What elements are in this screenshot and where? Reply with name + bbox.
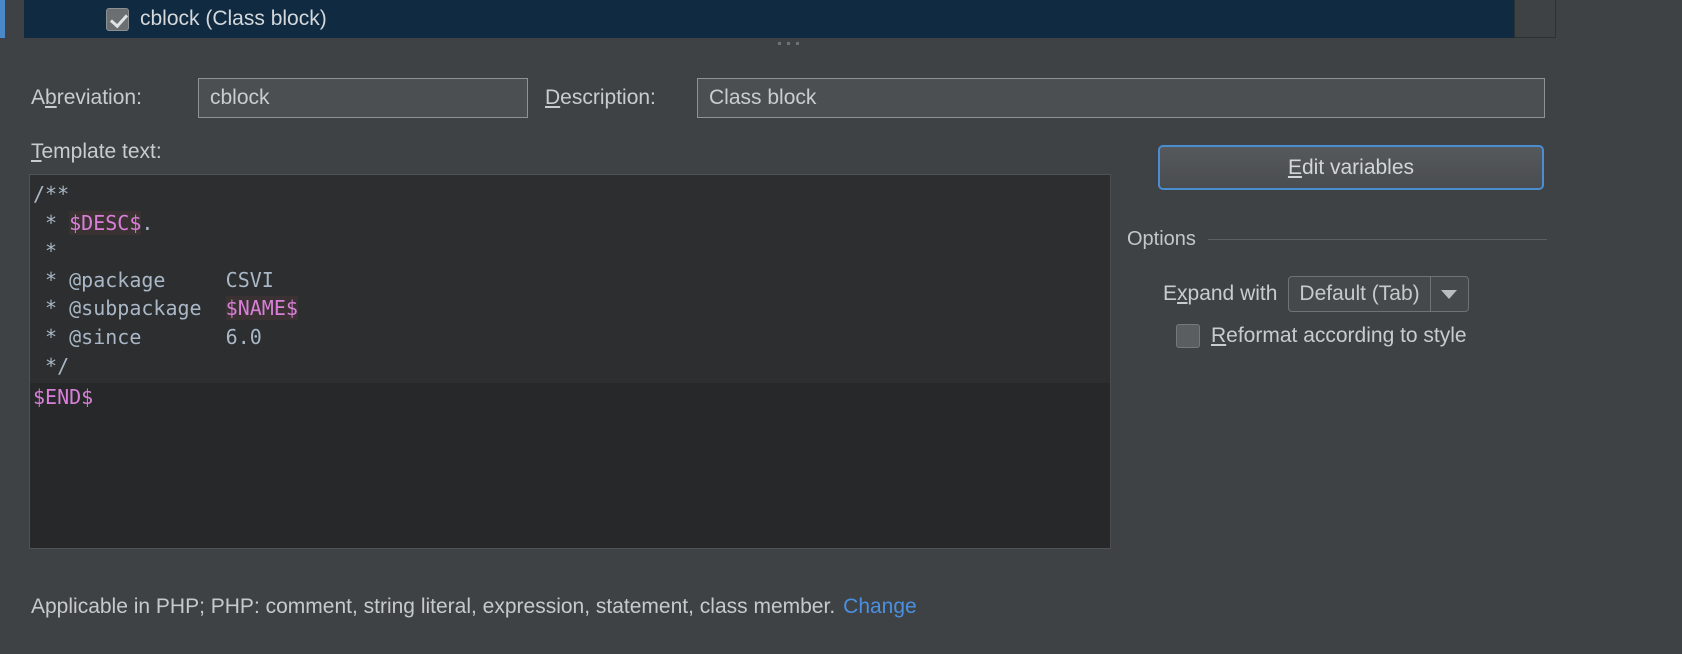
live-template-editor-panel: cblock (Class block) Abreviation: cblock… (0, 0, 1682, 654)
template-comment-block: /** * $DESC$. * * @package CSVI * @subpa… (30, 175, 1110, 384)
abbreviation-label: Abreviation: (31, 86, 142, 109)
abbreviation-description-row: Abreviation: cblock Description: Class b… (0, 78, 1682, 120)
grip-dot (795, 41, 799, 45)
description-input[interactable]: Class block (697, 78, 1545, 118)
template-text-mnemonic: T (31, 140, 42, 163)
reformat-label-rest: eformat according to style (1226, 324, 1467, 347)
applicability-text: Applicable in PHP; PHP: comment, string … (31, 595, 836, 618)
template-tree-strip: cblock (Class block) (0, 0, 1682, 38)
description-value: Class block (709, 86, 817, 109)
template-text-editor[interactable]: /** * $DESC$. * * @package CSVI * @subpa… (29, 174, 1111, 549)
options-title: Options (1127, 227, 1196, 250)
reformat-label: Reformat according to style (1211, 324, 1467, 348)
template-text-label-rest: emplate text: (41, 140, 162, 163)
grip-dot (777, 41, 781, 45)
chevron-down-icon[interactable] (1429, 277, 1468, 311)
reformat-row[interactable]: Reformat according to style (1176, 324, 1467, 348)
applicability-bar: Applicable in PHP; PHP: comment, string … (31, 595, 917, 619)
reformat-checkbox[interactable] (1176, 324, 1200, 348)
description-label-rest: escription: (560, 86, 656, 109)
expand-with-label: Expand with (1163, 282, 1278, 305)
expand-with-selected-value: Default (Tab) (1299, 282, 1420, 305)
variable-name: $NAME$ (225, 296, 298, 321)
focus-accent-bar (0, 0, 5, 38)
variable-desc: $DESC$ (69, 210, 142, 235)
expand-with-label-rest: pand with (1187, 282, 1278, 305)
tree-row-selected-template[interactable]: cblock (Class block) (24, 0, 1514, 38)
template-text-label: Template text: (31, 140, 162, 164)
reformat-mnemonic: R (1211, 324, 1227, 347)
options-separator (1207, 238, 1547, 240)
abbreviation-value: cblock (210, 86, 270, 109)
abbreviation-label-rest: reviation: (56, 86, 142, 109)
expand-with-mnemonic: x (1177, 282, 1188, 305)
template-row-label: cblock (Class block) (140, 7, 327, 30)
tree-scroll-gutter[interactable] (1514, 0, 1556, 38)
description-mnemonic: D (545, 86, 561, 109)
change-context-link[interactable]: Change (843, 595, 917, 619)
description-label: Description: (545, 86, 656, 110)
expand-with-row: Expand with Default (Tab) (1163, 276, 1469, 312)
edit-variables-mnemonic: E (1287, 155, 1302, 179)
edit-variables-button[interactable]: Edit variables (1158, 145, 1544, 190)
options-section-header: Options (1127, 227, 1547, 251)
edit-variables-label-rest: dit variables (1301, 155, 1415, 179)
template-enabled-checkbox[interactable] (106, 7, 129, 31)
edit-variables-label: Edit variables (1288, 156, 1414, 180)
grip-dot (786, 41, 790, 45)
abbreviation-input[interactable]: cblock (198, 78, 528, 118)
expand-with-dropdown[interactable]: Default (Tab) (1288, 276, 1469, 312)
template-end-line: $END$ (30, 383, 1110, 412)
variable-end: $END$ (33, 385, 94, 410)
splitter-grip-icon[interactable] (770, 38, 806, 48)
abbreviation-mnemonic: b (45, 86, 57, 109)
